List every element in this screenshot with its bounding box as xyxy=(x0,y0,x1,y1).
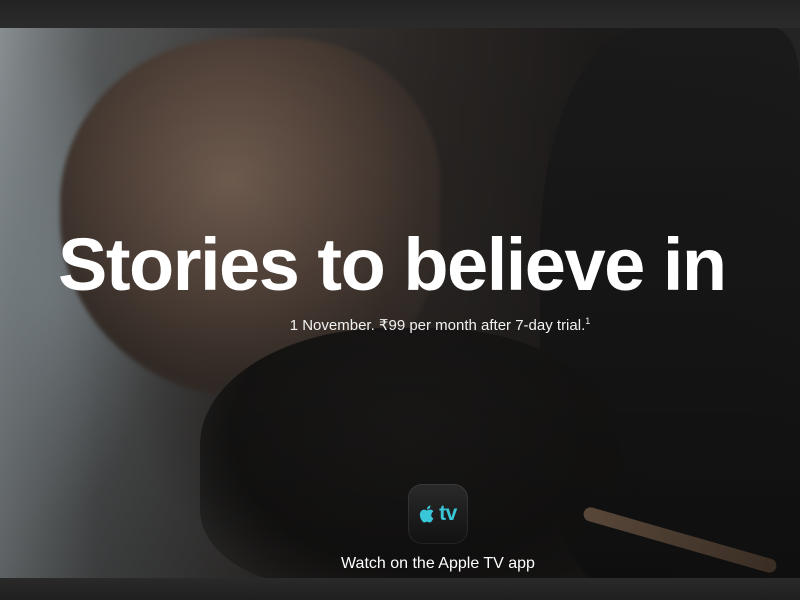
footnote-marker[interactable]: 1 xyxy=(585,316,590,326)
pricing-text: 1 November. ₹99 per month after 7-day tr… xyxy=(289,317,586,334)
hero-subline: 1 November. ₹99 per month after 7-day tr… xyxy=(0,316,800,334)
hero-headline: Stories to believe in xyxy=(58,223,727,306)
page: Stories to believe in 1 November. ₹99 pe… xyxy=(0,0,800,600)
app-icon-label: tv xyxy=(439,502,457,525)
bottom-letterbox-bar xyxy=(0,578,800,600)
watch-on-apple-tv-link[interactable]: Watch on the Apple TV app xyxy=(0,555,800,573)
apple-tv-app-icon[interactable]: tv xyxy=(408,484,468,544)
top-letterbox-bar xyxy=(0,0,800,28)
apple-logo-icon xyxy=(420,505,434,523)
